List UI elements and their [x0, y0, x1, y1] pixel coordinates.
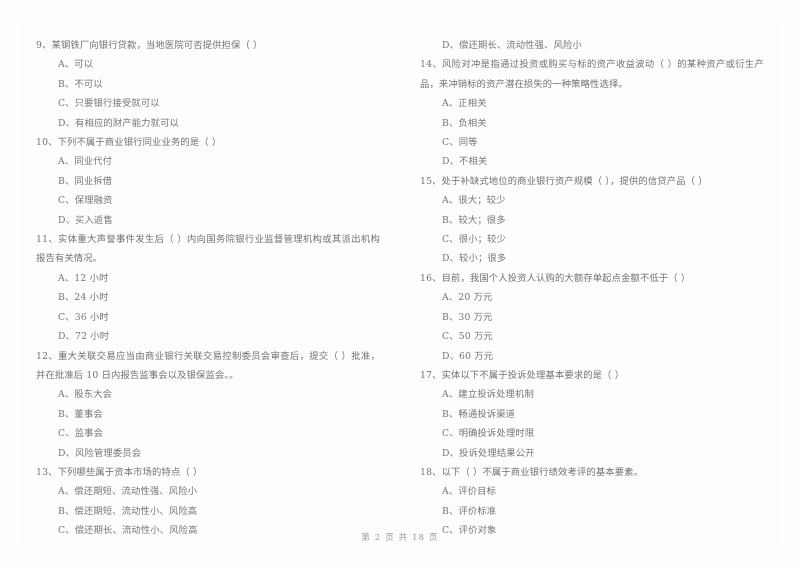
question-13-option-b[interactable]: B、偿还期短、流动性小、风险高 — [36, 502, 380, 521]
question-9-option-c[interactable]: C、只要银行接受就可以 — [36, 94, 380, 113]
question-13-continued: D、偿还期长、流动性强、风险小 — [420, 36, 764, 55]
question-17-option-a[interactable]: A、建立投诉处理机制 — [420, 385, 764, 404]
question-9-option-a[interactable]: A、可以 — [36, 55, 380, 74]
question-10: 10、下列不属于商业银行同业业务的是（ ） A、同业代付 B、同业拆借 C、保理… — [36, 133, 380, 230]
question-12-stem: 12、重大关联交易应当由商业银行关联交易控制委员会审查后，提交（ ）批准，并在批… — [36, 350, 380, 381]
right-column: D、偿还期长、流动性强、风险小 14、风险对冲是指通过投资或购买与标的资产收益波… — [420, 36, 764, 536]
question-11-option-b[interactable]: B、24 小时 — [36, 288, 380, 307]
question-15-stem: 15、处于补缺式地位的商业银行资产规模（ ），提供的信贷产品（ ） — [420, 175, 708, 187]
question-14-option-d[interactable]: D、不相关 — [420, 152, 764, 171]
question-16-option-b[interactable]: B、30 万元 — [420, 308, 764, 327]
question-16-option-d[interactable]: D、60 万元 — [420, 347, 764, 366]
question-17-stem: 17、实体以下不属于投诉处理基本要求的是（ ） — [420, 369, 625, 381]
question-16-stem: 16、目前，我国个人投资人认购的大额存单起点金额不低于（ ） — [420, 272, 691, 284]
question-12-option-a[interactable]: A、股东大会 — [36, 385, 380, 404]
question-18-stem: 18、以下（ ）不属于商业银行绩效考评的基本要素。 — [420, 466, 644, 478]
question-11-option-d[interactable]: D、72 小时 — [36, 327, 380, 346]
question-12-option-b[interactable]: B、董事会 — [36, 405, 380, 424]
document-page: 9、某钢铁厂向银行贷款，当地医院可否提供担保（ ） A、可以 B、不可以 C、只… — [0, 0, 800, 565]
two-column-body: 9、某钢铁厂向银行贷款，当地医院可否提供担保（ ） A、可以 B、不可以 C、只… — [0, 36, 800, 536]
question-9-option-d[interactable]: D、有相应的财产能力就可以 — [36, 114, 380, 133]
question-12-option-c[interactable]: C、监事会 — [36, 424, 380, 443]
question-15-option-d[interactable]: D、较小；很多 — [420, 249, 764, 268]
question-9-option-b[interactable]: B、不可以 — [36, 75, 380, 94]
question-16: 16、目前，我国个人投资人认购的大额存单起点金额不低于（ ） A、20 万元 B… — [420, 269, 764, 366]
question-9: 9、某钢铁厂向银行贷款，当地医院可否提供担保（ ） A、可以 B、不可以 C、只… — [36, 36, 380, 133]
question-14-stem: 14、风险对冲是指通过投资或购买与标的资产收益波动（ ）的某种资产或衍生产品，来… — [420, 59, 764, 90]
question-12: 12、重大关联交易应当由商业银行关联交易控制委员会审查后，提交（ ）批准，并在批… — [36, 347, 380, 463]
page-footer: 第 2 页 共 18 页 — [361, 532, 439, 542]
question-17: 17、实体以下不属于投诉处理基本要求的是（ ） A、建立投诉处理机制 B、畅通投… — [420, 366, 764, 463]
question-10-option-c[interactable]: C、保理融资 — [36, 191, 380, 210]
question-11-option-a[interactable]: A、12 小时 — [36, 269, 380, 288]
question-14-option-c[interactable]: C、同等 — [420, 133, 764, 152]
question-15-option-a[interactable]: A、很大；较少 — [420, 191, 764, 210]
question-16-option-c[interactable]: C、50 万元 — [420, 327, 764, 346]
question-13-option-a[interactable]: A、偿还期短、流动性强、风险小 — [36, 482, 380, 501]
question-12-option-d[interactable]: D、风险管理委员会 — [36, 444, 380, 463]
question-14-option-a[interactable]: A、正相关 — [420, 94, 764, 113]
question-14: 14、风险对冲是指通过投资或购买与标的资产收益波动（ ）的某种资产或衍生产品，来… — [420, 55, 764, 171]
question-14-option-b[interactable]: B、负相关 — [420, 114, 764, 133]
question-10-option-a[interactable]: A、同业代付 — [36, 152, 380, 171]
question-18-option-b[interactable]: B、评价标准 — [420, 502, 764, 521]
question-10-stem: 10、下列不属于商业银行同业业务的是（ ） — [36, 137, 222, 149]
question-13: 13、下列哪些属于资本市场的特点（ ） A、偿还期短、流动性强、风险小 B、偿还… — [36, 463, 380, 541]
question-10-option-b[interactable]: B、同业拆借 — [36, 172, 380, 191]
question-18: 18、以下（ ）不属于商业银行绩效考评的基本要素。 A、评价目标 B、评价标准 … — [420, 463, 764, 541]
left-column: 9、某钢铁厂向银行贷款，当地医院可否提供担保（ ） A、可以 B、不可以 C、只… — [36, 36, 380, 536]
question-17-option-c[interactable]: C、明确投诉处理时限 — [420, 424, 764, 443]
question-17-option-b[interactable]: B、畅通投诉渠道 — [420, 405, 764, 424]
question-17-option-d[interactable]: D、投诉处理结果公开 — [420, 444, 764, 463]
question-9-stem: 9、某钢铁厂向银行贷款，当地医院可否提供担保（ ） — [36, 40, 263, 51]
question-11: 11、实体重大声誉事件发生后（ ）内向国务院银行业监督管理机构或其派出机构报告有… — [36, 230, 380, 346]
question-11-stem: 11、实体重大声誉事件发生后（ ）内向国务院银行业监督管理机构或其派出机构报告有… — [36, 234, 380, 265]
question-10-option-d[interactable]: D、买入返售 — [36, 211, 380, 230]
question-15: 15、处于补缺式地位的商业银行资产规模（ ），提供的信贷产品（ ） A、很大；较… — [420, 172, 764, 269]
question-13-stem: 13、下列哪些属于资本市场的特点（ ） — [36, 466, 203, 478]
question-15-option-c[interactable]: C、很小；较少 — [420, 230, 764, 249]
question-16-option-a[interactable]: A、20 万元 — [420, 288, 764, 307]
question-15-option-b[interactable]: B、较大；很多 — [420, 211, 764, 230]
question-11-option-c[interactable]: C、36 小时 — [36, 308, 380, 327]
question-18-option-a[interactable]: A、评价目标 — [420, 482, 764, 501]
question-13-option-d[interactable]: D、偿还期长、流动性强、风险小 — [420, 36, 764, 55]
